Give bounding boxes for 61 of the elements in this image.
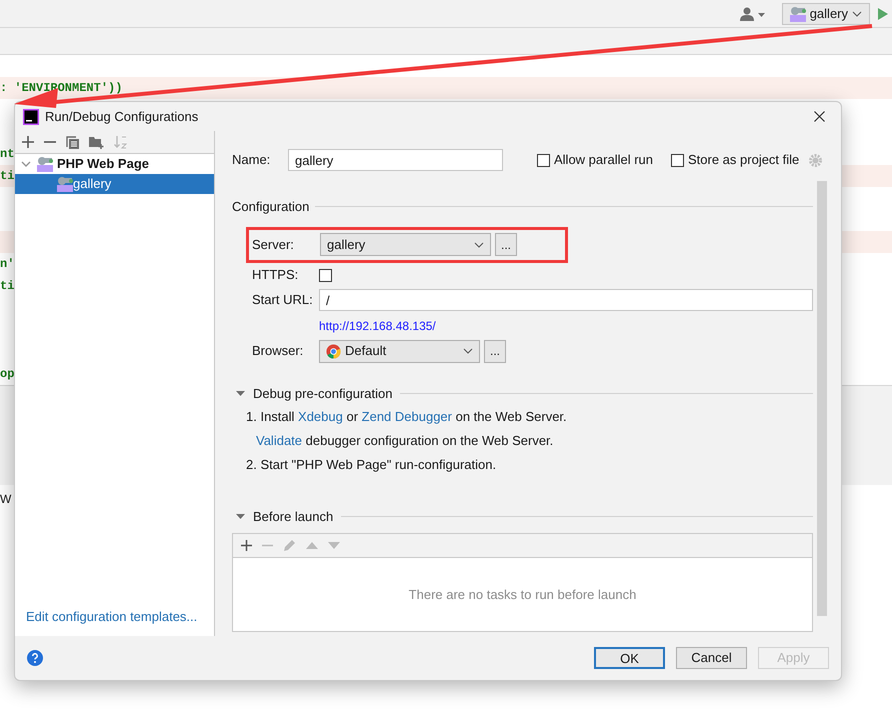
code-text: : 'ENVIRONMENT')) (0, 80, 122, 97)
app-logo-icon (23, 108, 39, 124)
dialog-button[interactable]: Cancel (676, 647, 747, 669)
checkbox-label: Allow parallel run (554, 151, 653, 170)
code-text: ti (0, 168, 14, 185)
browser-icon (326, 344, 341, 358)
run-config-dropdown[interactable]: gallery (782, 2, 870, 24)
dialog-button[interactable]: OK (594, 647, 665, 669)
server-dropdown[interactable]: gallery (320, 233, 491, 256)
templates-link[interactable]: Edit configuration templates... (15, 606, 214, 636)
field-label: Server: (252, 236, 295, 254)
browser-dropdown[interactable]: Default (319, 340, 480, 362)
more-button[interactable]: ... (495, 233, 517, 256)
field-label: Browser: (252, 342, 304, 360)
php-icon (790, 6, 806, 22)
close-icon[interactable] (814, 111, 825, 122)
more-button[interactable]: ... (484, 340, 506, 362)
instruction-text: 1. Install Xdebug or Zend Debugger on the Web Server. (246, 405, 813, 429)
code-text: n' (0, 256, 14, 273)
copy-icon[interactable] (66, 136, 79, 148)
field-label: Start URL: (252, 291, 314, 310)
code-text: ti (0, 278, 14, 295)
section-toggle-icon[interactable] (236, 512, 245, 522)
help-icon[interactable] (27, 650, 43, 666)
doc-link[interactable]: Xdebug (298, 407, 343, 427)
folder-add-icon[interactable] (89, 136, 104, 148)
field-label: Name: (232, 151, 272, 170)
user-icon[interactable] (740, 6, 766, 20)
php-icon (57, 176, 73, 192)
add-icon[interactable] (22, 136, 34, 148)
tree-group-item[interactable]: PHP Web Page (15, 154, 214, 174)
chevron-down-icon (474, 242, 484, 248)
run-icon[interactable] (878, 8, 888, 20)
scrollbar-thumb[interactable] (817, 181, 827, 616)
add-icon[interactable] (241, 540, 252, 550)
doc-link[interactable]: Zend Debugger (362, 407, 452, 427)
tree-item[interactable]: gallery (15, 174, 214, 194)
chevron-down-icon (852, 10, 862, 16)
php-icon (37, 156, 53, 172)
checkbox[interactable] (671, 154, 684, 166)
field-label: HTTPS: (252, 266, 300, 284)
status-text: W (0, 491, 12, 508)
section-title: Before launch (253, 508, 334, 526)
start-url-field[interactable]: / (319, 289, 813, 311)
doc-link[interactable]: Validate (256, 431, 302, 451)
code-text: op (0, 366, 14, 383)
section-toggle-icon[interactable] (236, 388, 245, 398)
section-title: Debug pre-configuration (253, 384, 392, 403)
https-checkbox[interactable] (319, 268, 332, 282)
empty-message: There are no tasks to run before launch (408, 586, 636, 604)
checkbox-label: Store as project file (688, 151, 800, 170)
instruction-text: 2. Start "PHP Web Page" run-configuration. (246, 456, 498, 474)
code-text: nt (0, 146, 14, 163)
instruction-text: Validate debugger configuration on the Web Server. (246, 429, 813, 453)
chevron-down-icon (463, 348, 473, 354)
checkbox[interactable] (537, 154, 550, 166)
url-link[interactable]: http://192.168.48.135/ (319, 316, 436, 334)
window-title: Run/Debug Configurations (45, 108, 200, 126)
name-field[interactable]: gallery (288, 149, 503, 171)
section-title: Configuration (232, 198, 310, 216)
chevron-icon[interactable] (21, 159, 31, 169)
